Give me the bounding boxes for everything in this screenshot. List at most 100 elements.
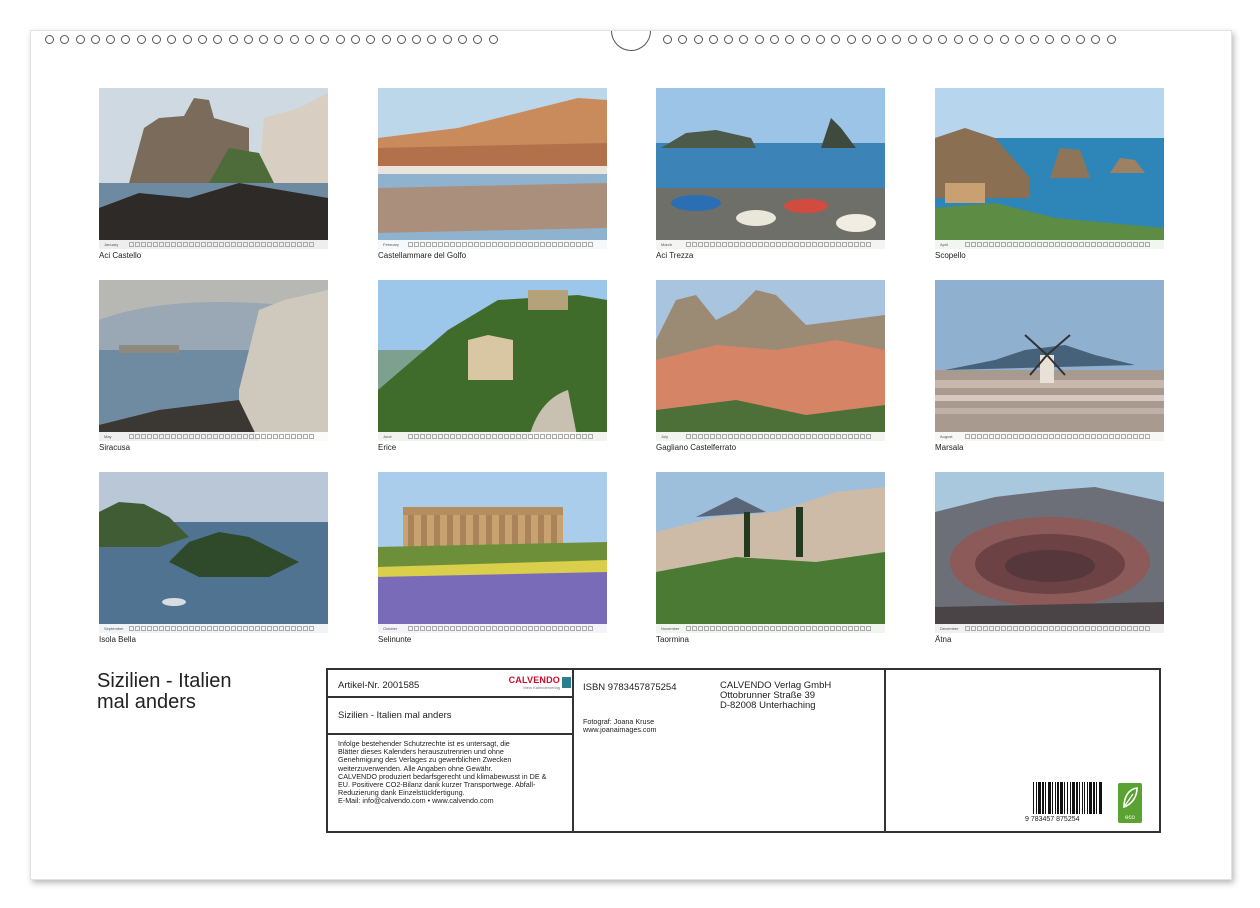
day-cell (414, 626, 419, 631)
binding-ring (45, 35, 54, 44)
brand-name: CALVENDO (508, 675, 560, 685)
day-cell (965, 242, 970, 247)
day-cell (207, 626, 212, 631)
binding-ring (442, 35, 452, 44)
binding-ring (739, 35, 749, 44)
day-cell (1055, 626, 1060, 631)
month-photo: July (656, 280, 885, 441)
day-cell (1061, 242, 1066, 247)
day-cell (1031, 242, 1036, 247)
day-cell (195, 242, 200, 247)
month-photo: December (935, 472, 1164, 633)
day-cell (1001, 242, 1006, 247)
binding-ring (412, 35, 422, 44)
month-day-strip: July (656, 432, 885, 441)
day-cell (552, 626, 557, 631)
barcode-bar (1076, 782, 1078, 814)
day-cell (704, 434, 709, 439)
photo-image (378, 472, 607, 633)
day-cell (794, 242, 799, 247)
day-cell (698, 434, 703, 439)
barcode-bar (1089, 782, 1092, 814)
month-photo: August (935, 280, 1164, 441)
binding-ring (106, 35, 116, 44)
day-cell (1043, 434, 1048, 439)
day-cell (135, 242, 140, 247)
day-cell (237, 626, 242, 631)
day-cell (564, 242, 569, 247)
barcode-bar (1079, 782, 1080, 814)
day-cell (728, 434, 733, 439)
day-cell (129, 626, 134, 631)
day-cell (1013, 626, 1018, 631)
binding-ring (785, 35, 795, 44)
day-cell (558, 626, 563, 631)
month-name: February (383, 242, 400, 247)
day-cell (1097, 434, 1102, 439)
binding-ring (953, 35, 963, 44)
day-cell (498, 242, 503, 247)
day-cell (249, 626, 254, 631)
product-title-row: Sizilien - Italien mal anders (328, 698, 572, 735)
day-cell (1139, 242, 1144, 247)
day-cell (420, 434, 425, 439)
barcode-bar (1093, 782, 1095, 814)
binding-ring (335, 35, 345, 44)
photo-image (378, 88, 607, 249)
day-cell (752, 242, 757, 247)
day-cell (710, 626, 715, 631)
day-cell (752, 626, 757, 631)
day-cell (540, 434, 545, 439)
day-cell (492, 434, 497, 439)
day-cell (159, 434, 164, 439)
day-cell (794, 434, 799, 439)
photo-image (656, 88, 885, 249)
binding-ring (1106, 35, 1116, 44)
binding-ring (999, 35, 1009, 44)
day-cell (225, 626, 230, 631)
binding-ring (274, 35, 284, 44)
day-cell (776, 434, 781, 439)
binding-ring (320, 35, 330, 44)
day-cell (546, 434, 551, 439)
day-cell (734, 626, 739, 631)
day-cell (710, 434, 715, 439)
day-cell (414, 434, 419, 439)
day-cell (818, 434, 823, 439)
day-cell (1103, 242, 1108, 247)
day-cell (1055, 242, 1060, 247)
day-cell (165, 242, 170, 247)
day-cell (1121, 626, 1126, 631)
binding-ring (846, 35, 856, 44)
day-cell (734, 242, 739, 247)
day-cell (480, 242, 485, 247)
binding-ring (1091, 35, 1101, 44)
binding-ring (396, 35, 406, 44)
day-cell (692, 626, 697, 631)
barcode-bar (1055, 782, 1056, 814)
day-cell (1127, 434, 1132, 439)
day-cell (576, 242, 581, 247)
address-line: D-82008 Unterhaching (720, 700, 816, 711)
day-cell (740, 242, 745, 247)
binding-ring (678, 35, 688, 44)
day-cell (1085, 626, 1090, 631)
day-cell (303, 242, 308, 247)
day-cells (686, 626, 871, 631)
day-cell (195, 434, 200, 439)
binding-ring (458, 35, 468, 44)
day-cell (522, 242, 527, 247)
day-cell (255, 434, 260, 439)
day-cell (159, 626, 164, 631)
day-cell (1061, 434, 1066, 439)
day-cell (704, 626, 709, 631)
day-cell (1115, 434, 1120, 439)
day-cell (776, 626, 781, 631)
day-cell (219, 242, 224, 247)
day-cell (698, 626, 703, 631)
day-cell (225, 242, 230, 247)
day-cell (309, 626, 314, 631)
day-cell (522, 434, 527, 439)
month-day-strip: September (99, 624, 328, 633)
day-cell (1043, 626, 1048, 631)
